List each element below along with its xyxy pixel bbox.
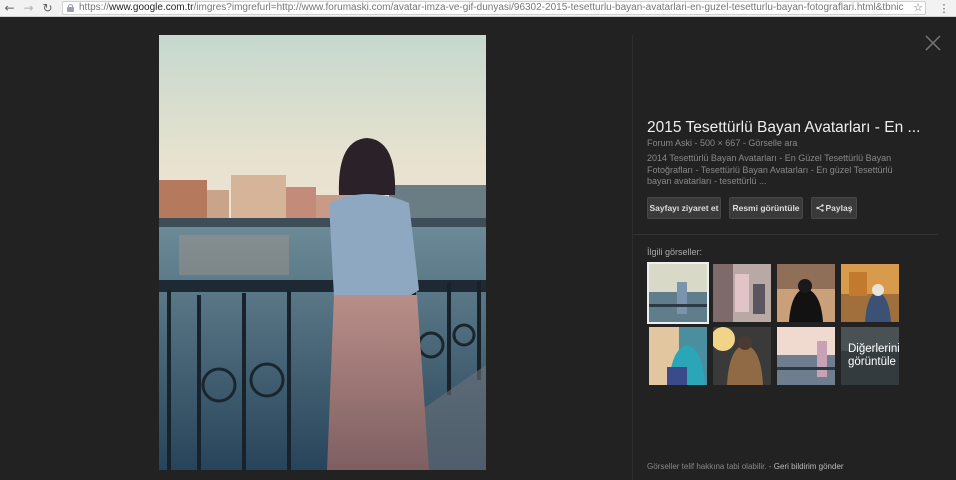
browser-menu-icon[interactable]: ⋮ [938, 2, 950, 15]
more-images-label-1: Diğerlerini [848, 343, 899, 355]
panel-divider [632, 35, 633, 480]
more-images-tile[interactable]: Diğerlerini görüntüle [841, 327, 899, 385]
share-label: Paylaş [825, 203, 853, 213]
image-dimensions: 500 × 667 [700, 138, 741, 148]
share-icon [815, 199, 824, 219]
close-icon[interactable] [925, 35, 941, 51]
related-thumbnail[interactable] [647, 262, 709, 324]
panel-footer: Görseller telif hakkına tabi olabilir. -… [647, 462, 844, 471]
related-thumbnail[interactable] [777, 264, 835, 322]
related-thumbnail[interactable] [841, 264, 899, 322]
reload-icon[interactable]: ↻ [41, 2, 54, 15]
footer-separator: - [768, 462, 772, 471]
url-path: /imgres?imgrefurl=http://www.forumaski.c… [193, 2, 904, 13]
more-images-overlay: Diğerlerini görüntüle [841, 327, 899, 385]
related-thumbnail[interactable] [713, 264, 771, 322]
related-thumbnail[interactable] [777, 327, 835, 385]
forward-icon[interactable]: → [22, 2, 35, 15]
visit-page-button[interactable]: Sayfayı ziyaret et [647, 197, 721, 219]
related-images-label: İlgili görseller: [647, 247, 703, 257]
main-preview-image[interactable] [159, 35, 486, 470]
copyright-notice: Görseller telif hakkına tabi olabilir. [647, 462, 767, 471]
address-bar[interactable]: https://www.google.com.tr/imgres?imgrefu… [62, 1, 926, 15]
section-divider [633, 234, 938, 235]
send-feedback-link[interactable]: Geri bildirim gönder [774, 462, 844, 471]
source-name[interactable]: Forum Aski [647, 138, 692, 148]
related-thumbnail[interactable] [713, 327, 771, 385]
image-meta: Forum Aski - 500 × 667 - Görselle ara [647, 138, 797, 148]
image-title[interactable]: 2015 Tesettürlü Bayan Avatarları - En ..… [647, 119, 937, 137]
more-images-label-2: görüntüle [848, 356, 896, 368]
search-by-image-link[interactable]: Görselle ara [748, 138, 797, 148]
url-text[interactable]: https://www.google.com.tr/imgres?imgrefu… [79, 2, 905, 14]
related-thumbnail[interactable] [649, 327, 707, 385]
url-host: www.google.com.tr [109, 2, 194, 13]
lock-icon [67, 4, 74, 12]
image-description: 2014 Tesettürlü Bayan Avatarları - En Gü… [647, 153, 893, 186]
browser-toolbar: ← → ↻ https://www.google.com.tr/imgres?i… [0, 0, 956, 17]
preview-photo [159, 35, 486, 470]
url-scheme: https:// [79, 2, 110, 13]
share-button[interactable]: Paylaş [811, 197, 857, 219]
back-icon[interactable]: ← [3, 2, 16, 15]
view-image-button[interactable]: Resmi görüntüle [729, 197, 803, 219]
bookmark-star-icon[interactable]: ☆ [913, 2, 923, 14]
